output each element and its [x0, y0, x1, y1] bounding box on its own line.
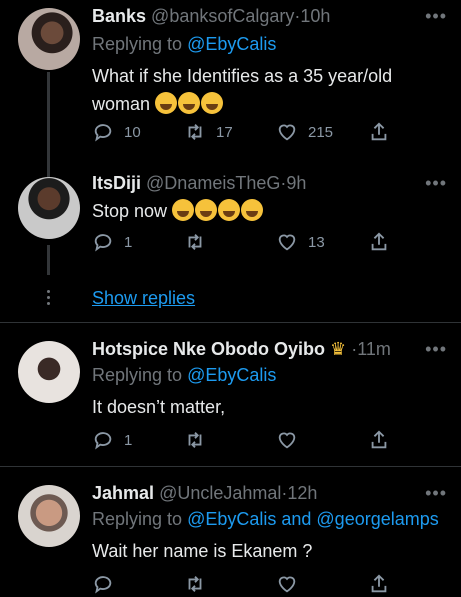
laughing-emoji-icon — [195, 199, 218, 221]
display-name[interactable]: ItsDiji — [92, 173, 141, 193]
thread-line — [47, 245, 50, 275]
timestamp[interactable]: 12h — [287, 483, 317, 503]
tweet-body: Stop now — [92, 201, 168, 221]
crying-emoji-icon — [218, 199, 241, 221]
avatar[interactable] — [18, 341, 80, 403]
tweet-jahmal[interactable]: Jahmal @UncleJahmal·12h ••• Replying to … — [0, 467, 461, 594]
more-icon[interactable]: ••• — [425, 483, 447, 504]
share-button[interactable] — [368, 429, 390, 451]
share-icon — [371, 122, 387, 141]
display-name[interactable]: Hotspice Nke Obodo Oyibo — [92, 339, 325, 359]
tweet-actions — [92, 573, 392, 597]
more-icon[interactable]: ••• — [425, 339, 447, 360]
reply-button[interactable]: 10 — [92, 121, 141, 143]
tweet-header: Hotspice Nke Obodo Oyibo ♛ ·11m — [92, 339, 391, 360]
reply-count: 1 — [124, 233, 133, 251]
share-icon — [371, 574, 387, 593]
share-icon — [371, 232, 387, 251]
replying-to-link[interactable]: @EbyCalis — [187, 365, 276, 385]
reply-icon — [94, 124, 112, 142]
retweet-button[interactable] — [184, 573, 206, 595]
tweet-banks[interactable]: Banks @banksofCalgary·10h ••• Replying t… — [0, 0, 461, 165]
avatar[interactable] — [18, 177, 80, 239]
share-button[interactable] — [368, 573, 390, 595]
tweet-body: It doesn’t matter, — [92, 397, 226, 417]
tweet-text: Wait her name is Ekanem ? — [92, 537, 447, 565]
show-replies-link[interactable]: Show replies — [92, 288, 195, 309]
crown-emoji-icon: ♛ — [330, 339, 347, 359]
avatar[interactable] — [18, 485, 80, 547]
share-button[interactable] — [368, 231, 390, 253]
display-name[interactable]: Jahmal — [92, 483, 154, 503]
thread-line — [47, 165, 50, 177]
tweet-text: What if she Identifies as a 35 year/old … — [92, 62, 447, 118]
thread-line — [47, 72, 50, 165]
tweet-header: Banks @banksofCalgary·10h — [92, 6, 330, 27]
share-icon — [371, 430, 387, 449]
tweet-text: It doesn’t matter, — [92, 393, 447, 421]
like-count: 13 — [308, 233, 325, 251]
tweet-body: What if she Identifies as a 35 year/old … — [92, 66, 393, 114]
heart-icon — [278, 432, 296, 449]
replying-to-link[interactable]: @EbyCalis and @georgelamps — [187, 509, 439, 529]
laughing-emoji-icon — [172, 199, 195, 221]
retweet-icon — [188, 432, 202, 448]
handle[interactable]: @UncleJahmal — [159, 483, 281, 503]
heart-icon — [278, 234, 296, 251]
replying-to: Replying to @EbyCalis — [92, 365, 276, 386]
tweet-actions: 10 17 215 — [92, 121, 392, 145]
like-button[interactable] — [276, 429, 298, 451]
tweet-header: ItsDiji @DnameisTheG·9h — [92, 173, 306, 194]
reply-count: 1 — [124, 431, 133, 449]
replying-label: Replying to — [92, 365, 183, 385]
replying-label: Replying to — [92, 34, 183, 54]
crying-emoji-icon — [178, 92, 201, 114]
more-icon[interactable]: ••• — [425, 173, 447, 194]
like-button[interactable]: 13 — [276, 231, 325, 253]
like-button[interactable] — [276, 573, 298, 595]
share-button[interactable] — [368, 121, 390, 143]
tweet-header: Jahmal @UncleJahmal·12h — [92, 483, 317, 504]
reply-button[interactable]: 1 — [92, 231, 132, 253]
retweet-icon — [188, 576, 202, 592]
handle[interactable]: @banksofCalgary — [151, 6, 294, 26]
tweet-text: Stop now — [92, 197, 447, 225]
retweet-icon — [188, 234, 202, 250]
thread-dots-icon — [47, 290, 51, 308]
reply-button[interactable] — [92, 573, 114, 595]
crying-emoji-icon — [155, 92, 178, 114]
retweet-button[interactable] — [184, 231, 206, 253]
tweet-hotspice[interactable]: Hotspice Nke Obodo Oyibo ♛ ·11m ••• Repl… — [0, 323, 461, 466]
display-name[interactable]: Banks — [92, 6, 146, 26]
replying-to: Replying to @EbyCalis — [92, 34, 276, 55]
reply-icon — [94, 234, 112, 252]
replying-label: Replying to — [92, 509, 183, 529]
tweet-itsdiji[interactable]: ItsDiji @DnameisTheG·9h ••• Stop now 1 1… — [0, 165, 461, 275]
replying-to-link[interactable]: @EbyCalis — [187, 34, 276, 54]
heart-icon — [278, 576, 296, 593]
avatar[interactable] — [18, 8, 80, 70]
more-icon[interactable]: ••• — [425, 6, 447, 27]
timestamp[interactable]: 9h — [286, 173, 306, 193]
tweet-actions: 1 — [92, 429, 392, 453]
reply-count: 10 — [124, 123, 141, 141]
reply-button[interactable]: 1 — [92, 429, 132, 451]
timestamp[interactable]: 10h — [300, 6, 330, 26]
retweet-count: 17 — [216, 123, 233, 141]
handle[interactable]: @DnameisTheG — [146, 173, 280, 193]
timestamp[interactable]: 11m — [357, 339, 391, 359]
replying-to: Replying to @EbyCalis and @georgelamps — [92, 509, 439, 530]
like-button[interactable]: 215 — [276, 121, 333, 143]
retweet-icon — [188, 124, 202, 140]
crying-emoji-icon — [241, 199, 264, 221]
heart-icon — [278, 124, 296, 141]
crying-emoji-icon — [201, 92, 224, 114]
retweet-button[interactable]: 17 — [184, 121, 233, 143]
tweet-body: Wait her name is Ekanem ? — [92, 541, 313, 561]
like-count: 215 — [308, 123, 334, 141]
tweet-actions: 1 13 — [92, 231, 392, 255]
retweet-button[interactable] — [184, 429, 206, 451]
reply-icon — [94, 432, 112, 450]
reply-icon — [94, 576, 112, 594]
